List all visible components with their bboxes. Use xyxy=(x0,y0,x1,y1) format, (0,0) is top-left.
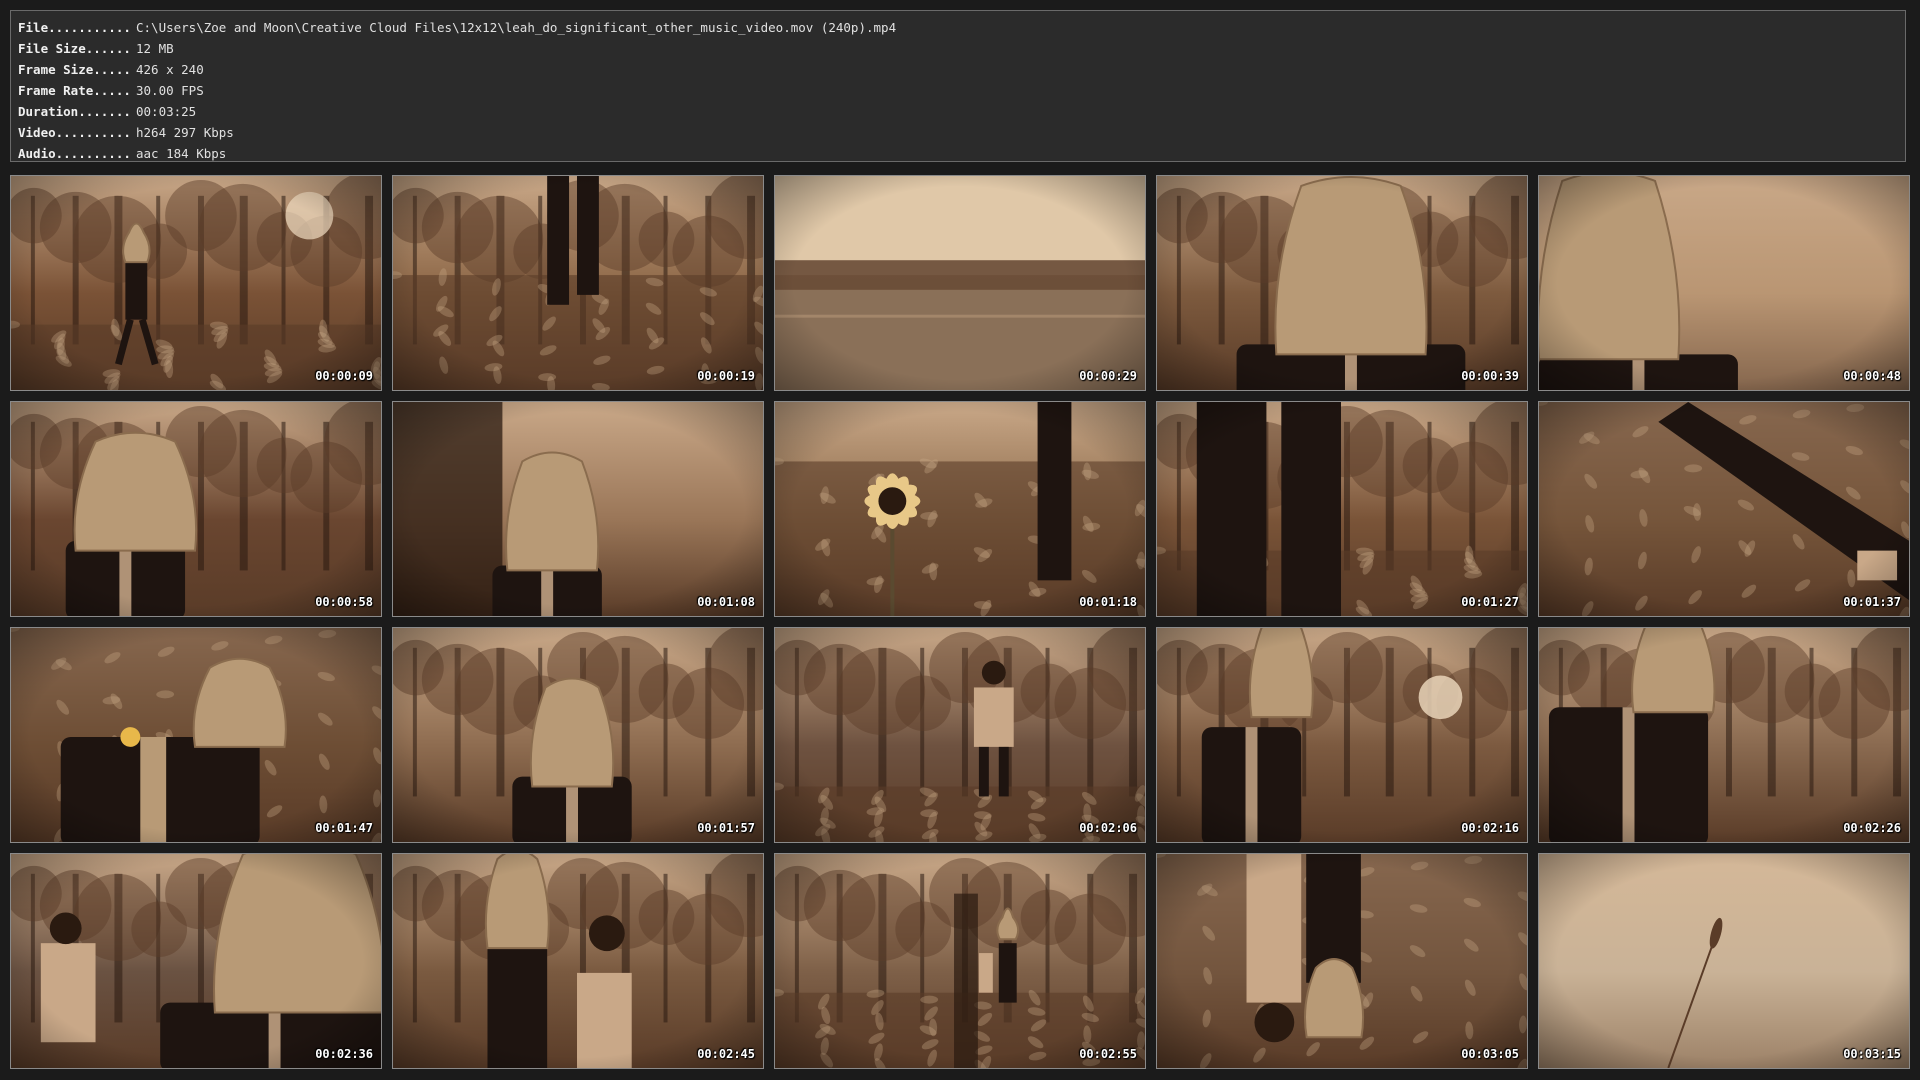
info-key: Frame Rate..... xyxy=(18,83,131,98)
frame-timestamp: 00:02:45 xyxy=(697,1047,755,1061)
video-frame-thumbnail[interactable]: 00:02:55 xyxy=(774,853,1146,1069)
video-frame-thumbnail[interactable]: 00:00:58 xyxy=(10,401,382,617)
frame-timestamp: 00:00:09 xyxy=(315,369,373,383)
frame-timestamp: 00:02:55 xyxy=(1079,1047,1137,1061)
info-row: Frame Size..... 426 x 240 xyxy=(18,59,1898,80)
info-row: Duration....... 00:03:25 xyxy=(18,101,1898,122)
video-frame-thumbnail[interactable]: 00:01:08 xyxy=(392,401,764,617)
video-frame-thumbnail[interactable]: 00:03:05 xyxy=(1156,853,1528,1069)
media-info-rows: File........... C:\Users\Zoe and Moon\Cre… xyxy=(18,17,1898,164)
info-value: 00:03:25 xyxy=(136,104,197,119)
frame-image xyxy=(393,628,763,842)
video-frame-thumbnail[interactable]: 00:01:57 xyxy=(392,627,764,843)
video-frame-thumbnail[interactable]: 00:01:47 xyxy=(10,627,382,843)
frame-image xyxy=(1157,628,1527,842)
video-frame-thumbnail[interactable]: 00:01:27 xyxy=(1156,401,1528,617)
frame-image xyxy=(1539,402,1909,616)
frame-image xyxy=(775,176,1145,390)
frame-timestamp: 00:01:57 xyxy=(697,821,755,835)
video-frame-thumbnail[interactable]: 00:02:45 xyxy=(392,853,764,1069)
video-frame-thumbnail[interactable]: 00:00:39 xyxy=(1156,175,1528,391)
frame-timestamp: 00:02:26 xyxy=(1843,821,1901,835)
info-row: File........... C:\Users\Zoe and Moon\Cre… xyxy=(18,17,1898,38)
frame-image xyxy=(1157,176,1527,390)
frame-timestamp: 00:01:18 xyxy=(1079,595,1137,609)
info-row: Frame Rate..... 30.00 FPS xyxy=(18,80,1898,101)
frame-timestamp: 00:00:19 xyxy=(697,369,755,383)
frame-timestamp: 00:02:36 xyxy=(315,1047,373,1061)
info-value: h264 297 Kbps xyxy=(136,125,234,140)
frame-image xyxy=(1157,854,1527,1068)
frame-timestamp: 00:03:15 xyxy=(1843,1047,1901,1061)
frame-timestamp: 00:00:48 xyxy=(1843,369,1901,383)
info-row: Video.......... h264 297 Kbps xyxy=(18,122,1898,143)
video-frame-thumbnail[interactable]: 00:02:26 xyxy=(1538,627,1910,843)
frame-timestamp: 00:01:37 xyxy=(1843,595,1901,609)
frame-image xyxy=(11,628,381,842)
frame-image xyxy=(11,402,381,616)
frame-image xyxy=(393,176,763,390)
frame-image xyxy=(1539,176,1909,390)
frame-image xyxy=(1539,854,1909,1068)
info-key: Frame Size..... xyxy=(18,62,131,77)
frame-timestamp: 00:02:16 xyxy=(1461,821,1519,835)
video-frame-thumbnail[interactable]: 00:00:09 xyxy=(10,175,382,391)
info-value: 426 x 240 xyxy=(136,62,204,77)
frame-image xyxy=(11,854,381,1068)
video-frame-thumbnail[interactable]: 00:02:06 xyxy=(774,627,1146,843)
info-row: File Size...... 12 MB xyxy=(18,38,1898,59)
frame-timestamp: 00:02:06 xyxy=(1079,821,1137,835)
frame-image xyxy=(1539,628,1909,842)
video-frame-thumbnail[interactable]: 00:00:48 xyxy=(1538,175,1910,391)
info-key: File Size...... xyxy=(18,41,131,56)
frame-image xyxy=(775,402,1145,616)
frame-image xyxy=(393,402,763,616)
frame-timestamp: 00:00:58 xyxy=(315,595,373,609)
frame-timestamp: 00:01:47 xyxy=(315,821,373,835)
video-frame-thumbnail[interactable]: 00:01:37 xyxy=(1538,401,1910,617)
frame-image xyxy=(1157,402,1527,616)
frame-image xyxy=(393,854,763,1068)
frame-image xyxy=(11,176,381,390)
info-key: Video.......... xyxy=(18,125,131,140)
thumbnail-sheet: File........... C:\Users\Zoe and Moon\Cre… xyxy=(0,0,1920,1080)
frame-timestamp: 00:01:27 xyxy=(1461,595,1519,609)
video-frame-thumbnail[interactable]: 00:02:36 xyxy=(10,853,382,1069)
media-info-panel: File........... C:\Users\Zoe and Moon\Cre… xyxy=(10,10,1906,162)
info-value: 12 MB xyxy=(136,41,174,56)
info-row: Audio.......... aac 184 Kbps xyxy=(18,143,1898,164)
thumbnail-grid: 00:00:09 00:00:19 00:00:29 00:00:39 00:0… xyxy=(10,175,1910,1069)
info-key: Duration....... xyxy=(18,104,131,119)
info-value: 30.00 FPS xyxy=(136,83,204,98)
video-frame-thumbnail[interactable]: 00:02:16 xyxy=(1156,627,1528,843)
info-key: File........... xyxy=(18,20,131,35)
frame-image xyxy=(775,854,1145,1068)
info-key: Audio.......... xyxy=(18,146,131,161)
frame-timestamp: 00:03:05 xyxy=(1461,1047,1519,1061)
frame-timestamp: 00:00:39 xyxy=(1461,369,1519,383)
video-frame-thumbnail[interactable]: 00:00:19 xyxy=(392,175,764,391)
video-frame-thumbnail[interactable]: 00:03:15 xyxy=(1538,853,1910,1069)
frame-timestamp: 00:01:08 xyxy=(697,595,755,609)
video-frame-thumbnail[interactable]: 00:00:29 xyxy=(774,175,1146,391)
info-value: aac 184 Kbps xyxy=(136,146,227,161)
frame-image xyxy=(775,628,1145,842)
info-value: C:\Users\Zoe and Moon\Creative Cloud Fil… xyxy=(136,20,897,35)
frame-timestamp: 00:00:29 xyxy=(1079,369,1137,383)
video-frame-thumbnail[interactable]: 00:01:18 xyxy=(774,401,1146,617)
